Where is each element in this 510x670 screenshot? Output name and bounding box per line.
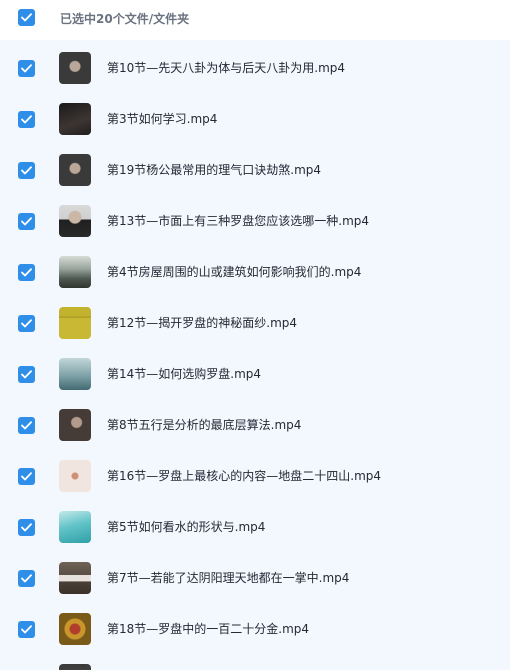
file-row[interactable]: 第18节—罗盘中的一百二十分金.mp4	[0, 601, 510, 652]
file-row[interactable]: 第14节—如何选购罗盘.mp4	[0, 346, 510, 397]
file-row[interactable]: 第16节—罗盘上最核心的内容—地盘二十四山.mp4	[0, 448, 510, 499]
file-list: 第10节—先天八卦为体与后天八卦为用.mp4 第3节如何学习.mp4 第19节杨公最…	[0, 40, 510, 670]
video-thumbnail	[59, 511, 91, 543]
checkmark-icon	[21, 217, 32, 226]
file-row[interactable]: 第13节—市面上有三种罗盘您应该选哪一种.mp4	[0, 193, 510, 244]
video-thumbnail	[59, 664, 91, 670]
file-checkbox[interactable]	[18, 111, 35, 128]
file-name: 第19节杨公最常用的理气口诀劫煞.mp4	[107, 163, 322, 177]
video-thumbnail	[59, 256, 91, 288]
file-name: 第5节如何看水的形状与.mp4	[107, 520, 266, 534]
file-checkbox[interactable]	[18, 315, 35, 332]
file-checkbox[interactable]	[18, 417, 35, 434]
file-checkbox[interactable]	[18, 366, 35, 383]
checkmark-icon	[21, 625, 32, 634]
file-checkbox[interactable]	[18, 60, 35, 77]
video-thumbnail	[59, 103, 91, 135]
file-row[interactable]: 第7节—若能了达阴阳理天地都在一掌中.mp4	[0, 550, 510, 601]
file-name: 第4节房屋周围的山或建筑如何影响我们的.mp4	[107, 265, 362, 279]
file-name: 第12节—揭开罗盘的神秘面纱.mp4	[107, 316, 298, 330]
file-row[interactable]	[0, 652, 510, 670]
file-row[interactable]: 第10节—先天八卦为体与后天八卦为用.mp4	[0, 40, 510, 91]
file-name: 第14节—如何选购罗盘.mp4	[107, 367, 262, 381]
file-name: 第16节—罗盘上最核心的内容—地盘二十四山.mp4	[107, 469, 382, 483]
file-checkbox[interactable]	[18, 162, 35, 179]
checkmark-icon	[21, 13, 32, 22]
file-row[interactable]: 第8节五行是分析的最底层算法.mp4	[0, 397, 510, 448]
file-name: 第10节—先天八卦为体与后天八卦为用.mp4	[107, 61, 346, 75]
selection-header: 已选中20个文件/文件夹	[0, 0, 510, 40]
select-all-checkbox[interactable]	[18, 9, 35, 26]
file-checkbox[interactable]	[18, 570, 35, 587]
file-row[interactable]: 第19节杨公最常用的理气口诀劫煞.mp4	[0, 142, 510, 193]
file-checkbox[interactable]	[18, 519, 35, 536]
video-thumbnail	[59, 460, 91, 492]
checkmark-icon	[21, 166, 32, 175]
file-row[interactable]: 第5节如何看水的形状与.mp4	[0, 499, 510, 550]
video-thumbnail	[59, 205, 91, 237]
video-thumbnail	[59, 52, 91, 84]
video-thumbnail	[59, 409, 91, 441]
file-checkbox[interactable]	[18, 213, 35, 230]
checkmark-icon	[21, 574, 32, 583]
file-name: 第3节如何学习.mp4	[107, 112, 218, 126]
checkmark-icon	[21, 421, 32, 430]
file-checkbox[interactable]	[18, 264, 35, 281]
checkmark-icon	[21, 319, 32, 328]
file-name: 第13节—市面上有三种罗盘您应该选哪一种.mp4	[107, 214, 370, 228]
checkmark-icon	[21, 523, 32, 532]
file-name: 第18节—罗盘中的一百二十分金.mp4	[107, 622, 310, 636]
file-checkbox[interactable]	[18, 468, 35, 485]
file-name: 第7节—若能了达阴阳理天地都在一掌中.mp4	[107, 571, 350, 585]
file-name: 第8节五行是分析的最底层算法.mp4	[107, 418, 302, 432]
checkmark-icon	[21, 115, 32, 124]
checkmark-icon	[21, 370, 32, 379]
checkmark-icon	[21, 268, 32, 277]
file-row[interactable]: 第3节如何学习.mp4	[0, 91, 510, 142]
video-thumbnail	[59, 562, 91, 594]
video-thumbnail	[59, 307, 91, 339]
file-checkbox[interactable]	[18, 621, 35, 638]
video-thumbnail	[59, 613, 91, 645]
selection-count-label: 已选中20个文件/文件夹	[60, 12, 190, 26]
checkmark-icon	[21, 472, 32, 481]
file-row[interactable]: 第4节房屋周围的山或建筑如何影响我们的.mp4	[0, 244, 510, 295]
video-thumbnail	[59, 358, 91, 390]
checkmark-icon	[21, 64, 32, 73]
video-thumbnail	[59, 154, 91, 186]
file-row[interactable]: 第12节—揭开罗盘的神秘面纱.mp4	[0, 295, 510, 346]
